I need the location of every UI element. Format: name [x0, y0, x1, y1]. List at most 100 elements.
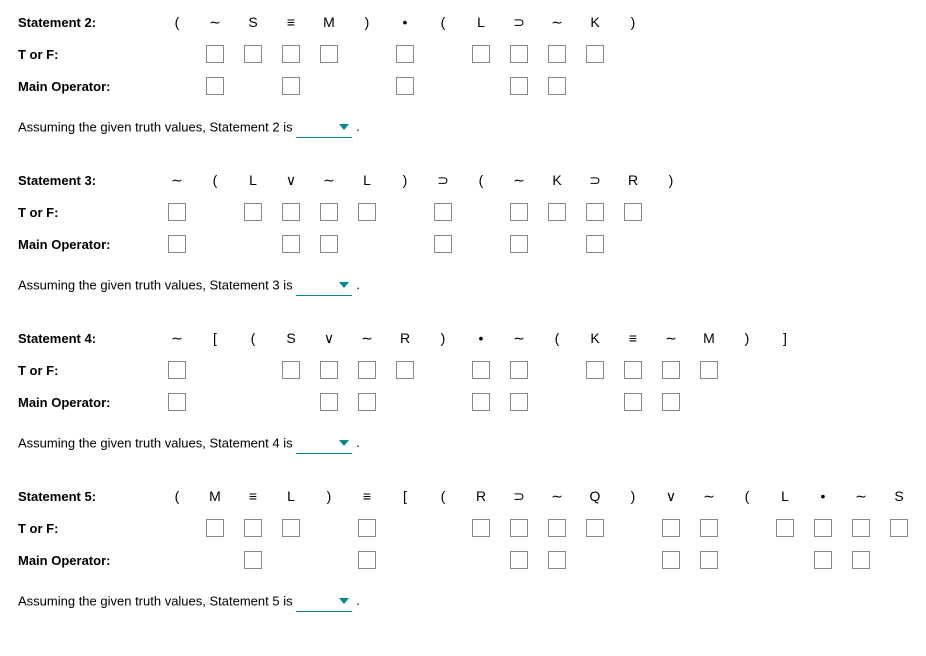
mainop-input[interactable] — [510, 235, 528, 253]
mainop-input[interactable] — [548, 77, 566, 95]
mainop-input[interactable] — [472, 393, 490, 411]
mainop-input[interactable] — [814, 551, 832, 569]
mainop-input[interactable] — [358, 551, 376, 569]
torf-input[interactable] — [282, 519, 300, 537]
torf-input[interactable] — [814, 519, 832, 537]
assume-sentence: Assuming the given truth values, Stateme… — [18, 434, 914, 454]
mainop-input[interactable] — [282, 235, 300, 253]
torf-input[interactable] — [586, 45, 604, 63]
mainop-input[interactable] — [396, 77, 414, 95]
torf-input[interactable] — [510, 519, 528, 537]
torf-input[interactable] — [776, 519, 794, 537]
mainop-input[interactable] — [168, 393, 186, 411]
mainop-input[interactable] — [586, 235, 604, 253]
mainop-input[interactable] — [548, 551, 566, 569]
torf-input[interactable] — [396, 361, 414, 379]
torf-input[interactable] — [206, 45, 224, 63]
torf-input[interactable] — [358, 361, 376, 379]
torf-input[interactable] — [320, 45, 338, 63]
logic-symbol: ∼ — [855, 488, 867, 504]
logic-symbol: M — [323, 14, 335, 30]
mainop-input[interactable] — [434, 235, 452, 253]
torf-input[interactable] — [852, 519, 870, 537]
torf-input[interactable] — [358, 519, 376, 537]
logic-symbol: ∨ — [666, 488, 676, 504]
torf-input[interactable] — [396, 45, 414, 63]
mainop-input[interactable] — [510, 393, 528, 411]
torf-input[interactable] — [358, 203, 376, 221]
mainop-input[interactable] — [320, 235, 338, 253]
statement-block-5: Statement 5:(M≡L)≡[(R⊃∼Q)∨∼(L•∼S)]T or F… — [18, 482, 914, 612]
logic-symbol: [ — [213, 330, 217, 346]
torf-input[interactable] — [624, 361, 642, 379]
torf-input[interactable] — [510, 361, 528, 379]
torf-input[interactable] — [662, 361, 680, 379]
truth-value-select[interactable] — [296, 592, 352, 612]
torf-input[interactable] — [244, 519, 262, 537]
torf-input[interactable] — [168, 361, 186, 379]
torf-input[interactable] — [282, 361, 300, 379]
logic-symbol: ) — [327, 488, 332, 504]
torf-input[interactable] — [472, 519, 490, 537]
torf-input[interactable] — [244, 203, 262, 221]
mainop-input[interactable] — [206, 77, 224, 95]
logic-symbol: M — [209, 488, 221, 504]
torf-input[interactable] — [472, 361, 490, 379]
logic-symbol: M — [703, 330, 715, 346]
period: . — [356, 593, 360, 608]
mainop-input[interactable] — [320, 393, 338, 411]
truth-value-select[interactable] — [296, 434, 352, 454]
mainop-input[interactable] — [168, 235, 186, 253]
mainop-input[interactable] — [852, 551, 870, 569]
torf-input[interactable] — [624, 203, 642, 221]
torf-input[interactable] — [206, 519, 224, 537]
torf-input[interactable] — [282, 45, 300, 63]
truth-value-select[interactable] — [296, 276, 352, 296]
torf-input[interactable] — [890, 519, 908, 537]
assume-text: Assuming the given truth values, Stateme… — [18, 119, 296, 134]
torf-input[interactable] — [586, 519, 604, 537]
logic-symbol: • — [821, 488, 826, 504]
torf-input[interactable] — [510, 45, 528, 63]
mainop-input[interactable] — [662, 393, 680, 411]
logic-symbol: ∼ — [703, 488, 715, 504]
logic-symbol: ( — [745, 488, 750, 504]
torf-input[interactable] — [510, 203, 528, 221]
torf-input[interactable] — [282, 203, 300, 221]
mainop-input[interactable] — [244, 551, 262, 569]
torf-input[interactable] — [434, 203, 452, 221]
torf-input[interactable] — [662, 519, 680, 537]
logic-symbol: [ — [403, 488, 407, 504]
statement-title: Statement 4: — [18, 331, 158, 346]
torf-input[interactable] — [700, 361, 718, 379]
logic-symbol: S — [286, 330, 295, 346]
torf-input[interactable] — [320, 203, 338, 221]
torf-input[interactable] — [472, 45, 490, 63]
torf-input[interactable] — [586, 361, 604, 379]
logic-symbol: ( — [251, 330, 256, 346]
mainop-input[interactable] — [624, 393, 642, 411]
torf-input[interactable] — [548, 45, 566, 63]
torf-input[interactable] — [320, 361, 338, 379]
mainop-input[interactable] — [358, 393, 376, 411]
torf-input[interactable] — [586, 203, 604, 221]
mainop-label: Main Operator: — [18, 237, 158, 252]
torf-input[interactable] — [548, 203, 566, 221]
logic-symbol: ( — [175, 488, 180, 504]
mainop-input[interactable] — [510, 77, 528, 95]
mainop-input[interactable] — [662, 551, 680, 569]
torf-input[interactable] — [548, 519, 566, 537]
logic-symbol: R — [628, 172, 638, 188]
torf-input[interactable] — [168, 203, 186, 221]
mainop-label: Main Operator: — [18, 79, 158, 94]
truth-value-select[interactable] — [296, 118, 352, 138]
torf-input[interactable] — [244, 45, 262, 63]
torf-input[interactable] — [700, 519, 718, 537]
assume-text: Assuming the given truth values, Stateme… — [18, 277, 296, 292]
mainop-input[interactable] — [282, 77, 300, 95]
mainop-input[interactable] — [510, 551, 528, 569]
logic-symbol: Q — [590, 488, 601, 504]
logic-symbol: ∼ — [323, 172, 335, 188]
logic-symbol: ∼ — [513, 330, 525, 346]
mainop-input[interactable] — [700, 551, 718, 569]
